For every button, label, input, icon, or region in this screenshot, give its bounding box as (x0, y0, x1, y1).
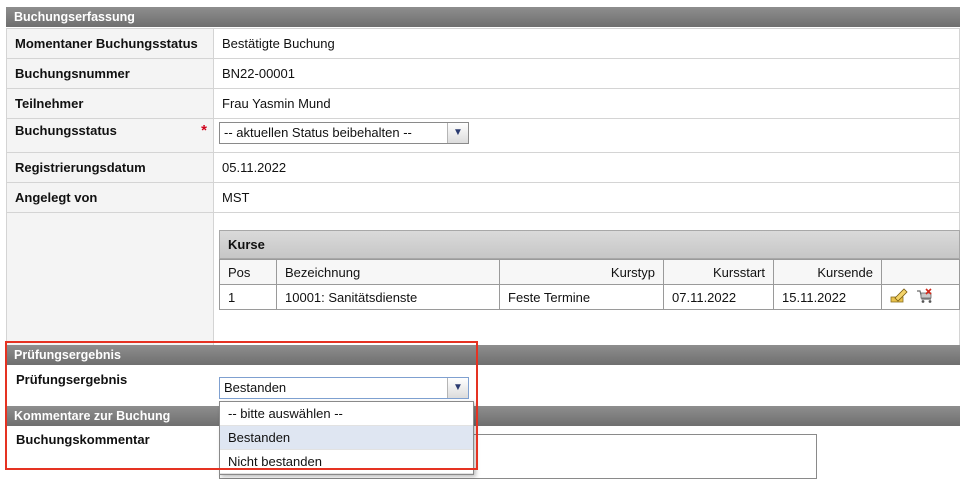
booking-status-select-value: -- aktuellen Status beibehalten -- (224, 125, 412, 140)
booking-status-label: Buchungsstatus (15, 123, 117, 138)
col-bezeichnung: Bezeichnung (276, 259, 500, 285)
delete-cart-icon[interactable] (916, 287, 934, 307)
cell-kursstart: 07.11.2022 (663, 284, 774, 310)
chevron-down-icon: ▼ (447, 378, 468, 398)
chevron-down-icon: ▼ (447, 123, 468, 143)
number-value: BN22-00001 (213, 58, 960, 89)
dropdown-option[interactable]: -- bitte auswählen -- (220, 402, 473, 426)
exam-select[interactable]: Bestanden ▼ (219, 377, 469, 399)
section-header-exam: Prüfungsergebnis (6, 345, 960, 365)
kurse-spacer-label (6, 212, 214, 351)
edit-icon[interactable] (890, 287, 908, 307)
col-kursende: Kursende (773, 259, 882, 285)
created-by-value: MST (213, 182, 960, 213)
kurse-table: Pos Bezeichnung Kurstyp Kursstart Kursen… (219, 259, 960, 310)
number-label: Buchungsnummer (6, 58, 214, 89)
col-kursstart: Kursstart (663, 259, 774, 285)
exam-dropdown-list: -- bitte auswählen -- Bestanden Nicht be… (219, 401, 474, 475)
created-by-label: Angelegt von (6, 182, 214, 213)
kurse-title: Kurse (219, 230, 960, 259)
status-label: Momentaner Buchungsstatus (6, 28, 214, 59)
col-actions (881, 259, 960, 285)
status-value: Bestätigte Buchung (213, 28, 960, 59)
col-kurstyp: Kurstyp (499, 259, 664, 285)
kurse-panel: Kurse Pos Bezeichnung Kurstyp Kursstart … (219, 230, 960, 310)
cell-actions (881, 284, 960, 310)
cell-kurstyp: Feste Termine (499, 284, 664, 310)
cell-bezeichnung: 10001: Sanitätsdienste (276, 284, 500, 310)
dropdown-option-selected[interactable]: Bestanden (220, 426, 473, 450)
section-header-booking: Buchungserfassung (6, 7, 960, 27)
booking-status-label-cell: Buchungsstatus * (6, 118, 214, 153)
exam-select-value: Bestanden (224, 380, 287, 395)
cell-kursende: 15.11.2022 (773, 284, 882, 310)
cell-pos: 1 (219, 284, 277, 310)
reg-date-value: 05.11.2022 (213, 152, 960, 183)
participant-label: Teilnehmer (6, 88, 214, 119)
col-pos: Pos (219, 259, 277, 285)
participant-value: Frau Yasmin Mund (213, 88, 960, 119)
dropdown-option[interactable]: Nicht bestanden (220, 450, 473, 474)
reg-date-label: Registrierungsdatum (6, 152, 214, 183)
section-header-comments: Kommentare zur Buchung (6, 406, 960, 426)
comment-label: Buchungskommentar (16, 432, 150, 447)
exam-label: Prüfungsergebnis (16, 372, 128, 387)
required-marker: * (201, 122, 207, 139)
table-row: 1 10001: Sanitätsdienste Feste Termine 0… (219, 284, 960, 310)
booking-status-select[interactable]: -- aktuellen Status beibehalten -- ▼ (219, 122, 469, 144)
kurse-header-row: Pos Bezeichnung Kurstyp Kursstart Kursen… (219, 259, 960, 285)
